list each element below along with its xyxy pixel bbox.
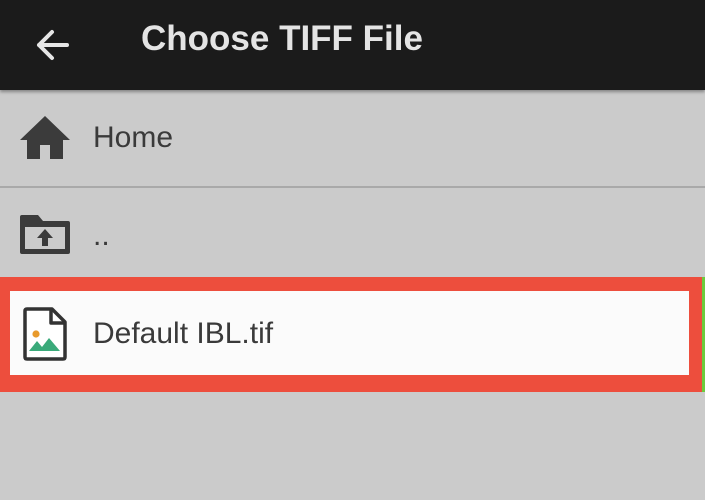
- list-item-file-selected[interactable]: Default IBL.tif: [0, 277, 705, 392]
- list-item-label: ..: [93, 219, 110, 252]
- selected-row-content: Default IBL.tif: [10, 291, 689, 375]
- folder-upload-icon: [17, 210, 73, 258]
- arrow-left-icon: [37, 30, 69, 60]
- app-bar: Choose TIFF File: [0, 0, 705, 90]
- back-button[interactable]: [22, 15, 82, 75]
- list-item-label: Home: [93, 121, 174, 154]
- page-title: Choose TIFF File: [141, 19, 423, 58]
- file-chooser-screen: Choose TIFF File Home .. Default IBL.tif: [0, 0, 705, 500]
- list-item-home[interactable]: Home: [0, 92, 705, 186]
- image-file-icon: [22, 307, 68, 361]
- home-icon: [16, 112, 74, 162]
- list-item-parent-folder[interactable]: ..: [0, 188, 705, 276]
- list-item-label: Default IBL.tif: [93, 317, 274, 350]
